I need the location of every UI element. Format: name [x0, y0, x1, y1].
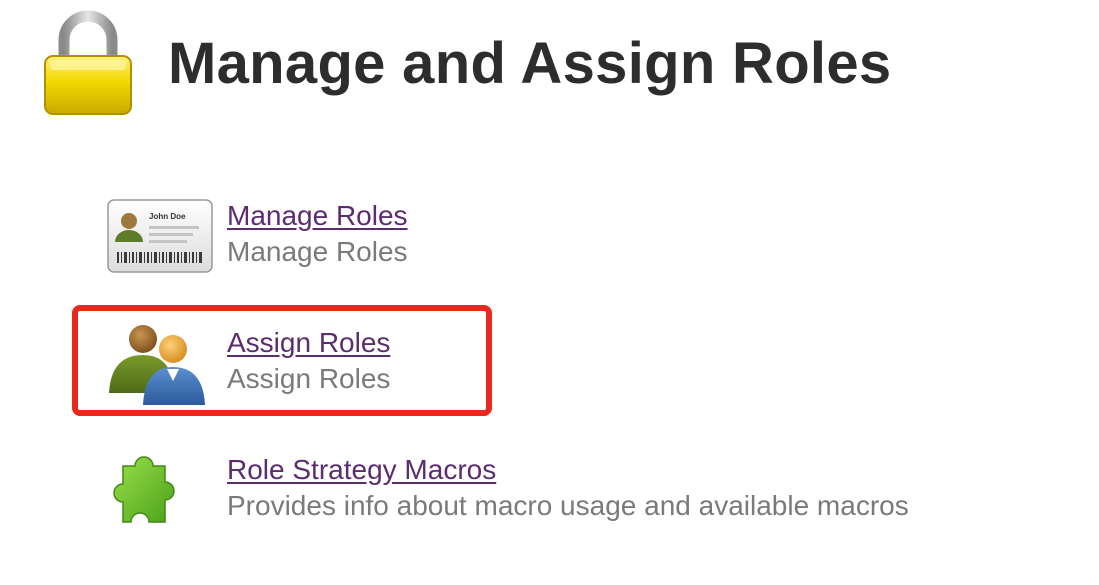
- list-item-manage-roles: John Doe Manage Roles Manage Roles: [105, 198, 408, 278]
- lock-icon: [44, 10, 132, 115]
- item-text: Manage Roles Manage Roles: [227, 198, 408, 270]
- puzzle-piece-icon[interactable]: [105, 452, 215, 532]
- role-strategy-macros-description: Provides info about macro usage and avai…: [227, 490, 909, 521]
- id-card-icon[interactable]: John Doe: [105, 198, 215, 278]
- highlight-box: [72, 305, 492, 416]
- page-header: Manage and Assign Roles: [38, 8, 891, 118]
- item-text: Role Strategy Macros Provides info about…: [227, 452, 909, 524]
- svg-text:John Doe: John Doe: [149, 212, 186, 221]
- manage-roles-description: Manage Roles: [227, 236, 408, 267]
- role-strategy-macros-link[interactable]: Role Strategy Macros: [227, 452, 909, 488]
- manage-roles-link[interactable]: Manage Roles: [227, 198, 408, 234]
- list-item-role-strategy-macros: Role Strategy Macros Provides info about…: [105, 452, 909, 532]
- page-title: Manage and Assign Roles: [168, 30, 892, 96]
